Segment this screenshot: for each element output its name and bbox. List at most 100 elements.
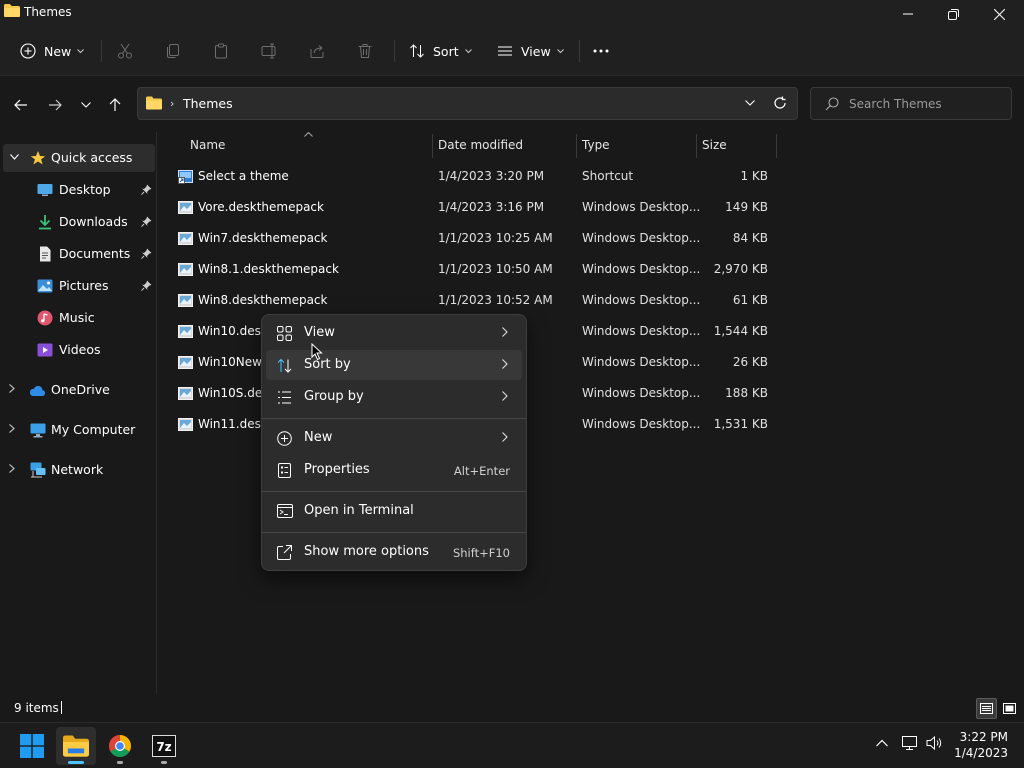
file-type: Shortcut	[582, 169, 634, 183]
up-button[interactable]	[104, 94, 126, 116]
status-bar: 9 items	[0, 694, 1024, 722]
chevron-right-icon	[502, 432, 508, 442]
shortcut-file-icon	[178, 170, 193, 184]
breadcrumb-themes[interactable]: Themes	[183, 96, 233, 111]
recent-locations-button[interactable]	[75, 94, 97, 116]
menu-item-properties[interactable]: Properties Alt+Enter	[266, 455, 522, 485]
network-status-icon[interactable]	[902, 735, 919, 751]
column-divider[interactable]	[776, 134, 777, 158]
chevron-right-icon[interactable]	[9, 384, 15, 393]
toolbar-divider	[579, 40, 580, 62]
sidebar-item-documents[interactable]: Documents	[0, 240, 156, 268]
search-input[interactable]	[849, 95, 1004, 113]
file-type: Windows Desktop...	[582, 231, 701, 245]
menu-item-sort-by[interactable]: Sort by	[266, 350, 522, 380]
chevron-right-icon	[502, 327, 508, 337]
column-header-name[interactable]: Name	[182, 132, 432, 158]
file-type: Windows Desktop...	[582, 293, 701, 307]
taskbar-app-chrome[interactable]	[100, 727, 140, 765]
new-button[interactable]: New	[20, 38, 85, 64]
back-button[interactable]	[10, 94, 32, 116]
chevron-up-icon[interactable]	[876, 739, 888, 747]
file-name: Win8.deskthemepack	[198, 293, 328, 307]
sidebar-item-downloads[interactable]: Downloads	[0, 208, 156, 236]
status-divider	[61, 701, 62, 714]
table-row[interactable]: Win8.1.deskthemepack 1/1/2023 10:50 AM Win…	[172, 254, 776, 285]
terminal-icon	[277, 504, 293, 518]
menu-item-show-more-options[interactable]: Show more options Shift+F10	[266, 537, 522, 567]
delete-button[interactable]	[357, 38, 373, 64]
scissors-icon	[118, 43, 132, 59]
taskbar-app-7zip[interactable]: 7z	[144, 727, 184, 765]
table-row[interactable]: Win8.deskthemepack 1/1/2023 10:52 AM Windo…	[172, 285, 776, 316]
close-button[interactable]	[976, 0, 1022, 28]
arrow-up-icon	[109, 98, 121, 111]
rename-button[interactable]	[261, 38, 279, 64]
search-box[interactable]	[810, 87, 1012, 120]
chevron-right-icon[interactable]	[9, 424, 15, 433]
copy-button[interactable]	[165, 38, 181, 64]
tiles-view-button[interactable]	[999, 698, 1020, 719]
sidebar-item-onedrive[interactable]: OneDrive	[0, 376, 156, 404]
picture-icon	[37, 279, 53, 293]
table-row[interactable]: Select a theme 1/4/2023 3:20 PM Shortcut 1 …	[172, 161, 776, 192]
share-icon	[310, 45, 324, 58]
download-icon	[39, 215, 51, 230]
table-row[interactable]: Vore.deskthemepack 1/4/2023 3:16 PM Window…	[172, 192, 776, 223]
pin-icon	[141, 216, 152, 227]
address-row: › Themes	[0, 76, 1024, 132]
menu-item-label: Properties	[304, 462, 370, 477]
taskbar-app-file-explorer[interactable]	[56, 727, 96, 765]
new-button-label: New	[44, 43, 72, 59]
table-row[interactable]: Win7.deskthemepack 1/1/2023 10:25 AM Windo…	[172, 223, 776, 254]
sidebar-item-my-computer[interactable]: My Computer	[0, 416, 156, 444]
sidebar-item-network[interactable]: Network	[0, 456, 156, 484]
pin-icon	[141, 280, 152, 291]
cut-button[interactable]	[117, 38, 133, 64]
column-header-type[interactable]: Type	[576, 132, 696, 158]
menu-item-label: New	[304, 430, 333, 445]
sidebar-item-quick-access[interactable]: Quick access	[3, 144, 155, 172]
share-button[interactable]	[309, 38, 325, 64]
column-header-date[interactable]: Date modified	[432, 132, 576, 158]
menu-item-open-in-terminal[interactable]: Open in Terminal	[266, 496, 522, 526]
view-button[interactable]: View	[497, 38, 564, 64]
paste-button[interactable]	[213, 38, 229, 64]
volume-icon[interactable]	[926, 735, 944, 751]
sidebar-item-pictures[interactable]: Pictures	[0, 272, 156, 300]
sidebar-item-music[interactable]: Music	[0, 304, 156, 332]
file-size: 1,544 KB	[713, 324, 768, 338]
chevron-down-icon[interactable]	[745, 97, 755, 109]
minimize-icon	[903, 13, 913, 15]
arrow-right-icon	[49, 99, 62, 111]
sort-button[interactable]: Sort	[409, 38, 472, 64]
more-options-button[interactable]	[593, 38, 609, 64]
start-button[interactable]	[12, 727, 52, 765]
details-view-button[interactable]	[976, 698, 997, 719]
chevron-right-icon[interactable]	[9, 464, 15, 473]
tiles-view-icon	[1003, 703, 1016, 714]
menu-item-new[interactable]: New	[266, 423, 522, 453]
refresh-icon[interactable]	[773, 96, 787, 110]
menu-item-view[interactable]: View	[266, 318, 522, 348]
minimize-button[interactable]	[885, 0, 931, 28]
forward-button[interactable]	[44, 94, 66, 116]
column-header-size[interactable]: Size	[696, 132, 776, 158]
menu-item-group-by[interactable]: Group by	[266, 382, 522, 412]
sidebar-item-desktop[interactable]: Desktop	[0, 176, 156, 204]
file-name: Win7.deskthemepack	[198, 231, 328, 245]
restore-button[interactable]	[930, 0, 976, 28]
address-bar[interactable]: › Themes	[137, 87, 798, 120]
theme-pack-file-icon	[178, 418, 193, 431]
file-date: 1/1/2023 10:50 AM	[438, 262, 553, 276]
clock[interactable]: 3:22 PM 1/4/2023	[954, 729, 1008, 761]
menu-separator	[262, 418, 526, 419]
item-count: 9 items	[14, 701, 59, 715]
clock-time: 3:22 PM	[959, 730, 1008, 744]
chevron-down-icon[interactable]	[10, 154, 19, 160]
file-type: Windows Desktop...	[582, 386, 701, 400]
file-size: 26 KB	[732, 355, 768, 369]
sidebar-item-videos[interactable]: Videos	[0, 336, 156, 364]
file-explorer-icon	[63, 735, 89, 757]
copy-icon	[167, 44, 179, 58]
